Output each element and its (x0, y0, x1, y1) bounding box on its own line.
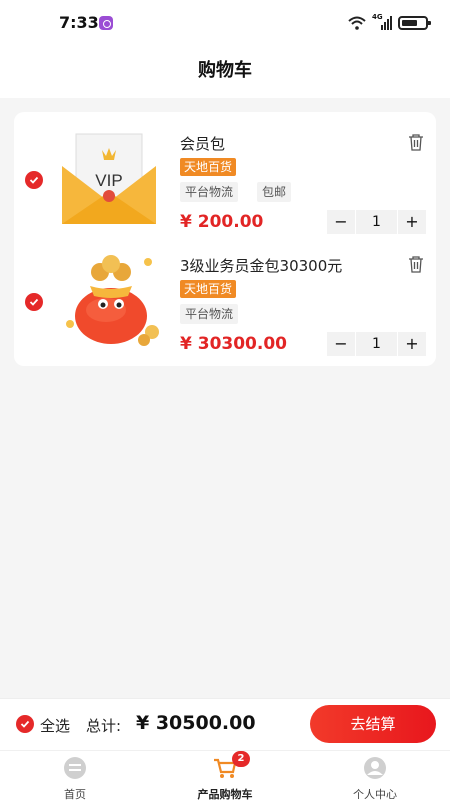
network-type: 4G (372, 13, 383, 21)
free-shipping-tag: 包邮 (257, 182, 292, 202)
tab-label: 首页 (64, 788, 86, 800)
check-icon (20, 720, 30, 728)
status-bar: 7:33 4G (0, 0, 450, 46)
shipping-tag: 平台物流 (180, 182, 239, 202)
home-icon (64, 757, 86, 779)
tab-profile[interactable]: 个人中心 (300, 751, 450, 800)
page-title: 购物车 (198, 60, 252, 81)
wifi-icon (348, 16, 366, 30)
quantity-stepper: − 1 + (327, 332, 426, 356)
status-indicators: 4G (348, 13, 431, 32)
total-label: 总计: (86, 717, 122, 735)
battery-icon (398, 16, 431, 30)
svg-text:VIP: VIP (95, 171, 122, 190)
quantity-value[interactable]: 1 (356, 210, 397, 234)
item-select-checkbox[interactable] (25, 293, 43, 311)
vip-envelope-image: VIP (62, 133, 156, 224)
page-header: 购物车 (0, 46, 450, 98)
tab-label: 产品购物车 (197, 788, 253, 800)
lucky-bag-image (66, 255, 159, 346)
checkout-bar: 全选 总计: ¥ 30500.00 去结算 (0, 698, 450, 750)
decrease-button[interactable]: − (327, 332, 355, 356)
app-notification-icon (99, 16, 113, 30)
total-value: ¥ 30500.00 (136, 712, 256, 734)
item-price: ¥ 200.00 (180, 212, 264, 232)
profile-icon (364, 757, 386, 779)
increase-button[interactable]: + (398, 332, 426, 356)
cart-item: VIP 会员包 天地百货 平台物流 包邮 ¥ 200.00 − 1 + (14, 112, 436, 234)
store-tag: 天地百货 (180, 280, 237, 298)
item-name[interactable]: 会员包 (180, 133, 225, 154)
select-all-checkbox[interactable] (16, 715, 34, 733)
select-all-label[interactable]: 全选 (40, 715, 70, 736)
status-time: 7:33 (59, 13, 99, 32)
cart-list: VIP 会员包 天地百货 平台物流 包邮 ¥ 200.00 − 1 + 3级业务… (14, 112, 436, 366)
item-select-checkbox[interactable] (25, 171, 43, 189)
signal-icon: 4G (372, 13, 392, 31)
bottom-tab-bar: 首页 2 产品购物车 个人中心 (0, 750, 450, 800)
check-icon (29, 298, 39, 306)
trash-icon[interactable] (408, 134, 424, 151)
item-name[interactable]: 3级业务员金包30300元 (180, 255, 342, 276)
checkout-button[interactable]: 去结算 (310, 705, 436, 743)
cart-item: 3级业务员金包30300元 天地百货 平台物流 ¥ 30300.00 − 1 + (14, 234, 436, 356)
tab-home[interactable]: 首页 (0, 751, 150, 800)
quantity-stepper: − 1 + (327, 210, 426, 234)
shipping-tag: 平台物流 (180, 304, 239, 324)
tab-label: 个人中心 (353, 788, 397, 800)
quantity-value[interactable]: 1 (356, 332, 397, 356)
store-tag: 天地百货 (180, 158, 237, 176)
tab-cart[interactable]: 2 产品购物车 (150, 751, 300, 800)
check-icon (29, 176, 39, 184)
decrease-button[interactable]: − (327, 210, 355, 234)
trash-icon[interactable] (408, 256, 424, 273)
increase-button[interactable]: + (398, 210, 426, 234)
item-price: ¥ 30300.00 (180, 334, 288, 354)
cart-count-badge: 2 (232, 751, 250, 767)
